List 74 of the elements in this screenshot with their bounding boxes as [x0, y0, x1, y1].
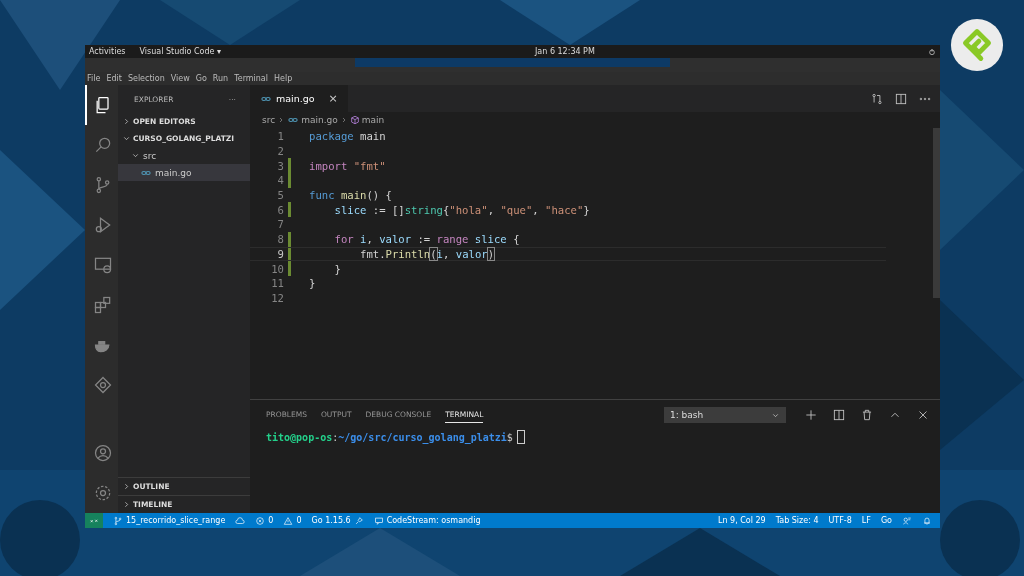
compare-icon[interactable]: [870, 91, 884, 106]
tree-item[interactable]: main.go: [118, 164, 250, 181]
editor-tab[interactable]: main.go ×: [250, 85, 348, 112]
breadcrumb-item[interactable]: src: [262, 115, 276, 125]
status-item[interactable]: CodeStream: osmandig: [373, 515, 481, 526]
trash-icon[interactable]: [860, 408, 874, 422]
code-line: }: [333, 262, 341, 275]
line-number: 5: [276, 189, 284, 202]
logo-icon: [950, 18, 1004, 72]
menu-item[interactable]: File: [87, 74, 101, 83]
terminal-cursor: [516, 430, 525, 444]
line-number: 11: [270, 277, 284, 290]
app-menu[interactable]: Visual Studio Code ▾: [139, 47, 221, 56]
go-file-icon: [287, 115, 300, 125]
menu-item[interactable]: View: [170, 74, 190, 83]
status-item[interactable]: 0: [283, 515, 302, 526]
activities-button[interactable]: Activities: [89, 47, 126, 56]
pin-icon: [353, 515, 364, 526]
plus-icon[interactable]: [804, 408, 818, 422]
menu-item[interactable]: Go: [195, 74, 207, 83]
split-editor-icon[interactable]: [894, 91, 908, 106]
line-number: 10: [270, 262, 284, 275]
line-number: 9: [276, 247, 284, 260]
terminal-dropdown[interactable]: 1: bash: [664, 407, 786, 423]
status-item[interactable]: [235, 515, 246, 526]
cube-icon: [349, 115, 360, 125]
power-icon[interactable]: [928, 47, 936, 56]
status-item[interactable]: LF: [861, 516, 871, 525]
error-icon: [255, 515, 266, 526]
menu-item[interactable]: Terminal: [234, 74, 268, 83]
status-item[interactable]: 15_recorrido_slice_range: [113, 515, 226, 526]
status-item[interactable]: Go 1.15.6: [311, 515, 364, 526]
breadcrumb-item[interactable]: main.go: [301, 115, 338, 125]
status-item[interactable]: UTF-8: [828, 516, 852, 525]
extensions-icon: [92, 295, 113, 315]
terminal-prompt: tito@pop-os:~/go/src/curso_golang_platzi$: [266, 431, 513, 443]
line-number: 8: [276, 233, 284, 246]
menu-item[interactable]: Run: [212, 74, 229, 83]
line-number: 2: [276, 145, 284, 158]
tree-item[interactable]: src: [118, 147, 250, 164]
menu-item[interactable]: Edit: [106, 74, 122, 83]
breadcrumb-item[interactable]: main: [361, 115, 385, 125]
menu-item[interactable]: Selection: [127, 74, 165, 83]
line-number: 6: [276, 203, 284, 216]
status-item[interactable]: Go: [880, 516, 892, 525]
chat-icon: [373, 515, 384, 526]
code-line: package main: [309, 130, 386, 143]
diamond-icon: [92, 375, 113, 395]
line-number: 7: [276, 218, 284, 231]
code-line: import "fmt": [309, 159, 386, 172]
monitor-icon: [92, 255, 113, 275]
code-line: slice := []string{"hola", "que", "hace"}: [333, 203, 590, 216]
feedback-icon[interactable]: [902, 515, 912, 526]
line-number: 1: [276, 130, 284, 143]
line-number: 12: [270, 291, 284, 304]
close-button[interactable]: ×: [328, 92, 338, 105]
line-number: 4: [276, 174, 284, 187]
bell-icon[interactable]: [922, 515, 932, 526]
status-item[interactable]: Ln 9, Col 29: [718, 516, 766, 525]
code-line: func main() {: [309, 189, 392, 202]
line-number: 3: [276, 159, 284, 172]
code-line: fmt.Println(i, valor): [359, 247, 495, 260]
branch-icon: [113, 515, 123, 526]
account-icon: [92, 443, 113, 463]
menu-item[interactable]: Help: [274, 74, 293, 83]
code-line: }: [309, 277, 316, 290]
status-item[interactable]: Tab Size: 4: [775, 516, 819, 525]
split-terminal-icon[interactable]: [832, 408, 846, 422]
scrollbar[interactable]: [933, 128, 940, 298]
warning-icon: [283, 515, 294, 526]
cloud-icon: [235, 515, 246, 526]
code-line: for i, valor := range slice {: [333, 233, 520, 246]
status-item[interactable]: 0: [255, 515, 274, 526]
clock[interactable]: Jan 6 12:34 PM: [535, 47, 595, 56]
